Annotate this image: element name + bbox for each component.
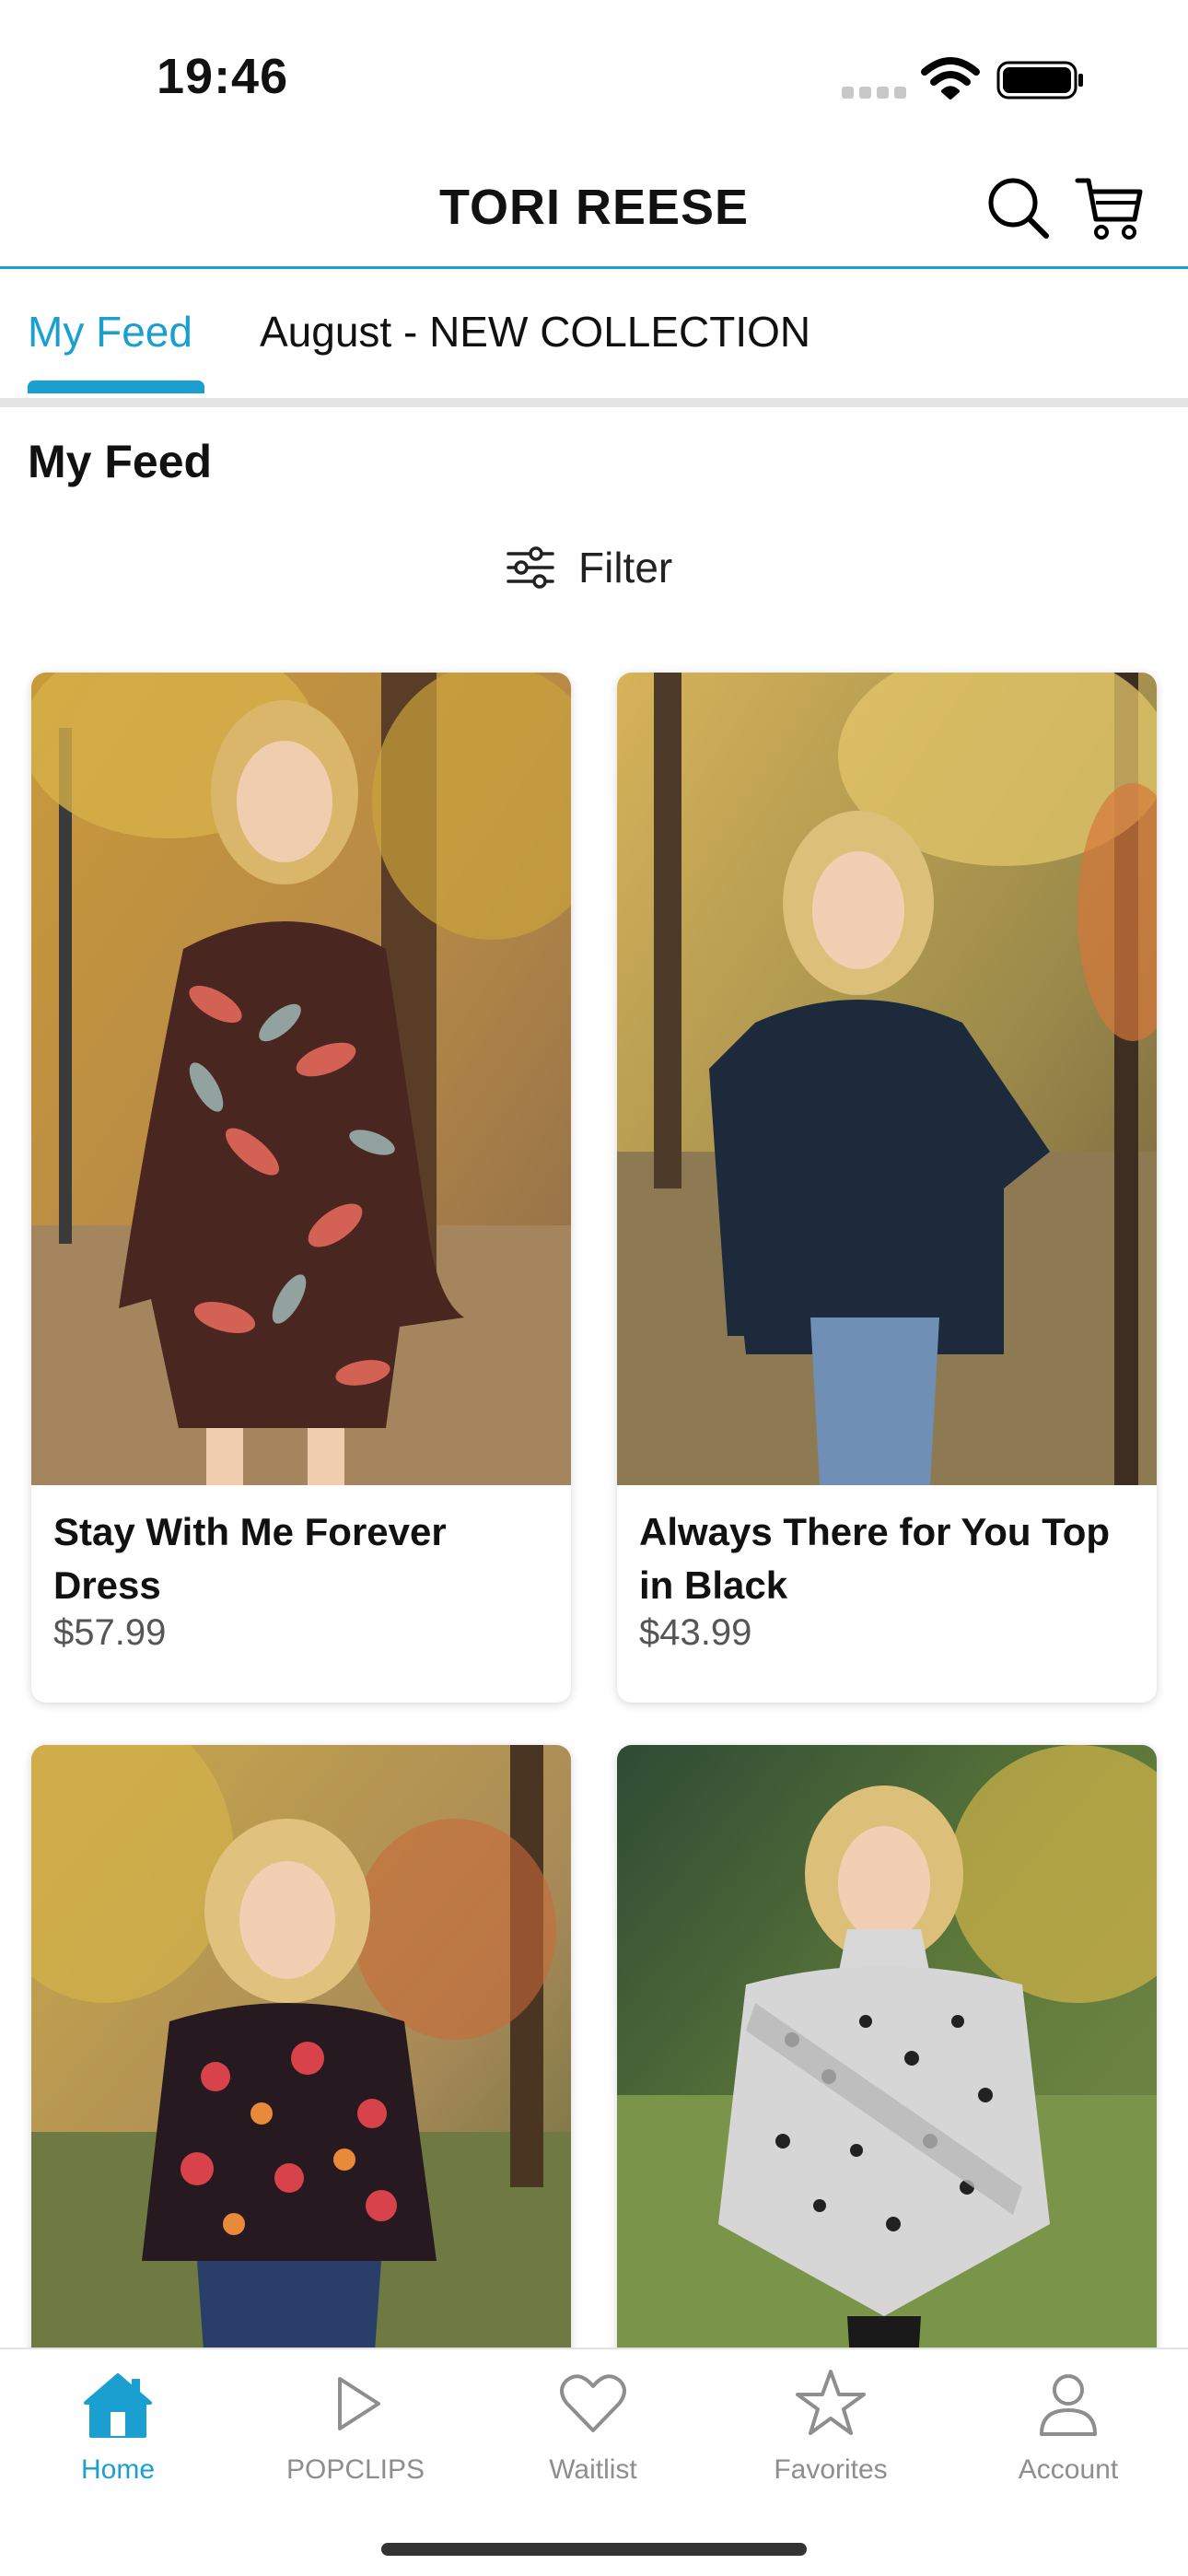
wifi-icon xyxy=(921,57,980,100)
product-card[interactable]: Stay With Me Forever Dress $57.99 xyxy=(31,673,571,1703)
product-card[interactable] xyxy=(31,1745,571,2390)
star-icon xyxy=(796,2370,866,2435)
nav-favorites[interactable]: Favorites xyxy=(729,2366,932,2504)
section-title: My Feed xyxy=(28,436,213,487)
cellular-signal-icon xyxy=(842,87,906,100)
filter-label: Filter xyxy=(578,544,673,591)
product-image[interactable] xyxy=(617,673,1157,1485)
product-image[interactable] xyxy=(31,1745,571,2390)
product-card[interactable]: Always There for You Top in Black $43.99 xyxy=(617,673,1157,1703)
home-icon xyxy=(84,2373,152,2438)
product-image[interactable] xyxy=(31,673,571,1485)
active-tab-indicator xyxy=(28,381,204,393)
product-price: $43.99 xyxy=(639,1612,752,1653)
app-header: TORI REESE xyxy=(0,147,1188,269)
product-title[interactable]: Stay With Me Forever Dress xyxy=(53,1505,551,1612)
bottom-nav: Home POPCLIPS Waitlist Favorites Account xyxy=(0,2348,1188,2576)
home-indicator xyxy=(381,2543,807,2556)
nav-label: POPCLIPS xyxy=(285,2454,425,2485)
play-icon xyxy=(338,2377,380,2430)
sliders-icon xyxy=(507,546,554,589)
status-bar: 19:46 xyxy=(0,0,1188,147)
nav-waitlist[interactable]: Waitlist xyxy=(492,2366,694,2504)
person-icon xyxy=(1040,2374,1097,2436)
cart-icon[interactable] xyxy=(1074,171,1147,245)
battery-icon xyxy=(996,61,1083,100)
product-title[interactable]: Always There for You Top in Black xyxy=(639,1505,1136,1612)
nav-label: Favorites xyxy=(774,2454,888,2485)
nav-home[interactable]: Home xyxy=(17,2366,219,2504)
tab-august-new-collection[interactable]: August - NEW COLLECTION xyxy=(260,307,810,357)
status-time: 19:46 xyxy=(157,49,289,104)
app-screen: 19:46 TORI REESE My Feed August - NEW CO… xyxy=(0,0,1188,2576)
nav-label: Home xyxy=(80,2454,156,2485)
filter-button[interactable]: Filter xyxy=(505,540,672,595)
heart-icon xyxy=(560,2374,626,2432)
nav-popclips[interactable]: POPCLIPS xyxy=(254,2366,457,2504)
nav-label: Waitlist xyxy=(549,2454,637,2485)
tab-my-feed[interactable]: My Feed xyxy=(28,307,192,357)
product-card[interactable] xyxy=(617,1745,1157,2390)
product-image[interactable] xyxy=(617,1745,1157,2390)
tabs-divider xyxy=(0,398,1188,407)
nav-label: Account xyxy=(1018,2454,1119,2485)
feed-tabs: My Feed August - NEW COLLECTION xyxy=(0,272,1188,401)
search-icon[interactable] xyxy=(982,171,1055,245)
product-price: $57.99 xyxy=(53,1612,167,1653)
nav-account[interactable]: Account xyxy=(967,2366,1170,2504)
